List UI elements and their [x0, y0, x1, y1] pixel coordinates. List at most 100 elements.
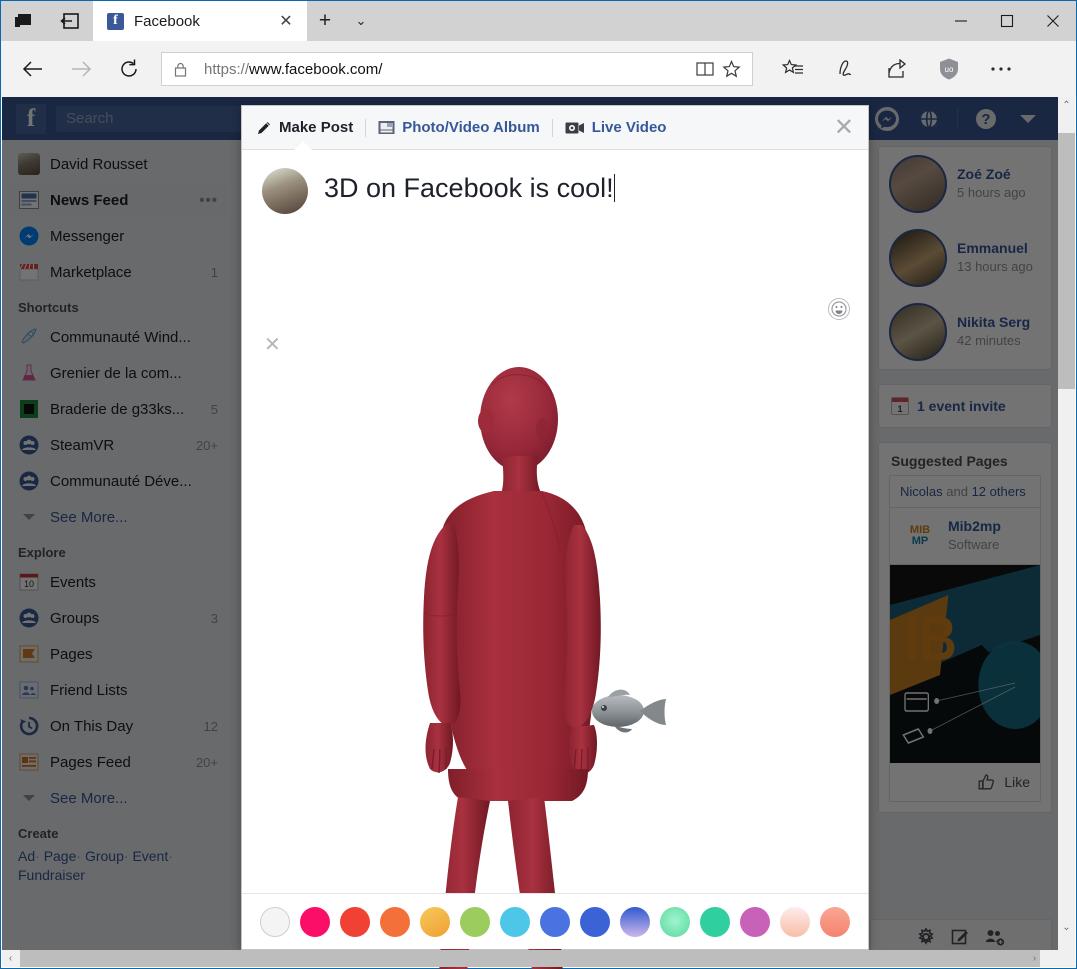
separator: · — [35, 848, 40, 864]
close-dialog-button[interactable]: ✕ — [834, 115, 854, 140]
sidebar-item-profile[interactable]: David Rousset — [10, 146, 226, 182]
tab-preview-icon[interactable] — [1, 1, 47, 41]
list-item[interactable]: Zoé Zoé 5 hours ago — [879, 147, 1051, 221]
scroll-left-button[interactable]: ‹ — [2, 953, 19, 964]
more-options-icon[interactable] — [975, 49, 1027, 89]
maximize-button[interactable] — [984, 1, 1030, 41]
sidebar-item-events[interactable]: 10 Events — [10, 564, 226, 600]
right-sidebar: Zoé Zoé 5 hours ago Emmanuel 13 hours ag… — [870, 140, 1060, 953]
favorites-hub-icon[interactable] — [767, 49, 819, 89]
messenger-icon[interactable] — [873, 104, 901, 133]
swatch-teal[interactable] — [700, 906, 730, 937]
chevron-down-icon[interactable]: ⌄ — [343, 1, 379, 41]
list-item[interactable]: Nikita Serg 42 minutes — [879, 295, 1051, 369]
svg-text:IB: IB — [905, 605, 957, 675]
sidebar-item-pages-feed[interactable]: Pages Feed 20+ — [10, 744, 226, 780]
tab-photo-video-album[interactable]: Photo/Video Album — [366, 106, 552, 150]
list-item[interactable]: Emmanuel 13 hours ago — [879, 221, 1051, 295]
swatch-amber[interactable] — [420, 906, 450, 937]
swatch-orange[interactable] — [380, 906, 410, 937]
back-arrow-icon[interactable] — [9, 49, 57, 89]
separator: · — [168, 848, 173, 864]
close-icon[interactable]: ✕ — [275, 10, 297, 32]
swatch-cyan[interactable] — [500, 906, 530, 937]
minimize-button[interactable] — [938, 1, 984, 41]
dialog-tabs: Make Post Photo/Video Album Live Video ✕ — [242, 106, 868, 150]
emoji-picker-icon[interactable] — [828, 298, 850, 320]
sidebar-item-messenger[interactable]: Messenger — [10, 218, 226, 254]
add-friends-icon[interactable] — [985, 928, 1005, 946]
close-window-button[interactable] — [1030, 1, 1076, 41]
page-cover-image[interactable]: IB — [890, 565, 1040, 763]
forward-arrow-icon[interactable] — [57, 49, 105, 89]
tab-strip: f Facebook ✕ + ⌄ — [93, 1, 379, 41]
refresh-icon[interactable] — [105, 49, 153, 89]
address-bar[interactable]: https://www.facebook.com/ — [161, 52, 753, 86]
3d-model-preview[interactable] — [242, 345, 868, 969]
scroll-down-button[interactable]: ⌄ — [1058, 919, 1075, 936]
create-link-event[interactable]: Event — [132, 848, 168, 864]
liker-name[interactable]: Nicolas — [900, 484, 943, 499]
event-invite-card[interactable]: 1 1 event invite — [878, 384, 1052, 428]
swatch-blue[interactable] — [540, 906, 570, 937]
sidebar-item-news-feed[interactable]: News Feed ••• — [10, 182, 226, 218]
web-notes-icon[interactable] — [819, 49, 871, 89]
new-tab-button[interactable]: + — [307, 1, 343, 41]
sidebar-item-on-this-day[interactable]: On This Day 12 — [10, 708, 226, 744]
swatch-green[interactable] — [460, 906, 490, 937]
set-aside-tabs-icon[interactable] — [47, 1, 93, 41]
reading-view-icon[interactable] — [692, 61, 718, 77]
create-link-group[interactable]: Group — [85, 848, 124, 864]
create-link-page[interactable]: Page — [44, 848, 77, 864]
group-people-icon — [18, 470, 40, 492]
ublock-origin-icon[interactable]: uo — [923, 49, 975, 89]
horizontal-scroll-thumb[interactable] — [20, 950, 1040, 967]
sidebar-item-braderie[interactable]: Braderie de g33ks... 5 — [10, 391, 226, 427]
horizontal-scrollbar[interactable]: ‹ › — [2, 950, 1060, 967]
sidebar-item-grenier[interactable]: Grenier de la com... — [10, 355, 226, 391]
tab-live-video[interactable]: Live Video — [553, 106, 679, 150]
chevron-down-icon — [18, 787, 40, 809]
account-chevron-icon[interactable] — [1014, 104, 1042, 133]
sidebar-item-communaute-dev[interactable]: Communauté Déve... — [10, 463, 226, 499]
swatch-indigo-wave[interactable] — [580, 906, 610, 937]
swatch-violet-gradient[interactable] — [620, 906, 650, 937]
gear-icon[interactable] — [917, 927, 935, 946]
sidebar-item-pages[interactable]: Pages — [10, 636, 226, 672]
suggested-page-row[interactable]: MIB MP Mib2mp Software — [890, 508, 1040, 565]
swatch-blush[interactable] — [780, 906, 810, 937]
scroll-up-button[interactable]: ⌃ — [1058, 97, 1075, 114]
create-link-ad[interactable]: Ad — [18, 848, 35, 864]
swatch-orchid[interactable] — [740, 906, 770, 937]
sidebar-item-communaute-windows[interactable]: Communauté Wind... — [10, 319, 226, 355]
share-icon[interactable] — [871, 49, 923, 89]
post-text-input[interactable]: 3D on Facebook is cool! — [324, 168, 615, 214]
help-icon[interactable]: ? — [972, 104, 1000, 133]
sidebar-item-friend-lists[interactable]: Friend Lists — [10, 672, 226, 708]
sidebar-item-marketplace[interactable]: Marketplace 1 — [10, 254, 226, 290]
browser-tab-facebook[interactable]: f Facebook ✕ — [93, 1, 307, 41]
page-logo: MIB MP — [900, 516, 940, 556]
sidebar-explore-see-more[interactable]: See More... — [10, 780, 226, 816]
compose-icon[interactable] — [951, 928, 969, 946]
swatch-none[interactable] — [260, 906, 290, 937]
news-feed-options-icon[interactable]: ••• — [199, 192, 218, 209]
create-link-fundraiser[interactable]: Fundraiser — [18, 867, 85, 883]
sidebar-item-groups[interactable]: Groups 3 — [10, 600, 226, 636]
liker-others[interactable]: 12 others — [972, 484, 1026, 499]
sidebar-shortcuts-see-more[interactable]: See More... — [10, 499, 226, 535]
star-icon[interactable] — [718, 60, 744, 78]
swatch-salmon[interactable] — [820, 906, 850, 937]
like-page-button[interactable]: Like — [890, 763, 1040, 801]
vertical-scroll-thumb[interactable] — [1058, 133, 1075, 389]
globe-notifications-icon[interactable] — [915, 104, 943, 133]
vertical-scrollbar[interactable]: ⌃ ⌄ — [1058, 97, 1075, 953]
swatch-pink[interactable] — [300, 906, 330, 937]
sidebar-item-steamvr[interactable]: SteamVR 20+ — [10, 427, 226, 463]
swatch-mint[interactable] — [660, 906, 690, 937]
facebook-logo[interactable]: f — [16, 103, 46, 134]
scroll-right-button[interactable]: › — [1026, 953, 1043, 964]
calendar-day: 1 — [897, 404, 903, 414]
swatch-red[interactable] — [340, 906, 370, 937]
left-sidebar: David Rousset News Feed ••• Messenger Ma… — [2, 140, 234, 953]
